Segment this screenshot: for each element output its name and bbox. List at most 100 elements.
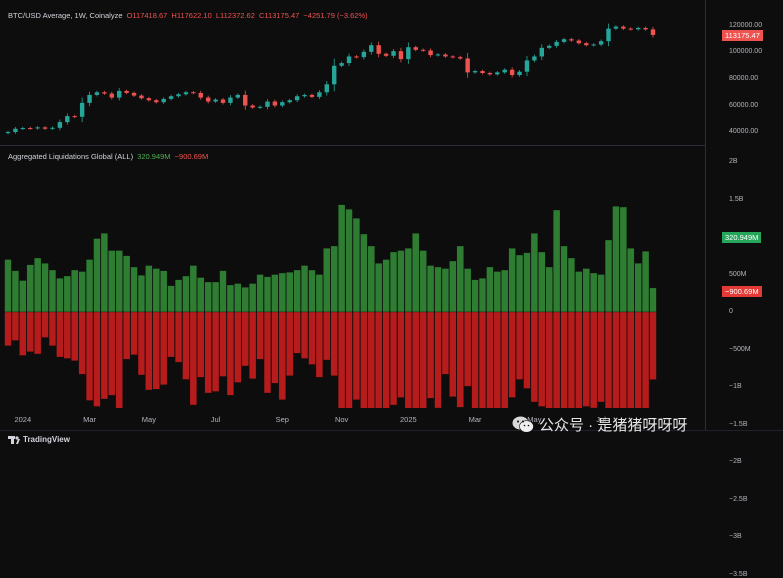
price-candle bbox=[443, 54, 448, 57]
price-candle bbox=[398, 51, 404, 60]
longs-bar bbox=[182, 275, 190, 313]
longs-bar bbox=[130, 266, 138, 313]
price-candle bbox=[168, 96, 174, 99]
shorts-bar bbox=[278, 311, 286, 400]
shorts-bar bbox=[523, 311, 531, 389]
longs-bar bbox=[471, 279, 479, 313]
time-axis-tick: Mar bbox=[83, 415, 97, 424]
price-candle bbox=[79, 102, 85, 117]
symbol-label[interactable]: BTC/USD Average, 1W, Coinalyze bbox=[8, 11, 123, 20]
price-candle bbox=[339, 63, 344, 66]
open-value: O117418.67 bbox=[126, 11, 168, 20]
price-candle bbox=[509, 69, 515, 76]
longs-bar bbox=[375, 263, 383, 313]
longs-bar bbox=[300, 265, 309, 313]
longs-bar bbox=[627, 248, 635, 313]
shorts-bar bbox=[612, 311, 620, 408]
price-candle bbox=[280, 102, 285, 106]
longs-bar bbox=[71, 269, 79, 313]
shorts-bar bbox=[85, 311, 94, 401]
longs-bar bbox=[34, 257, 42, 313]
shorts-bar bbox=[308, 311, 316, 365]
shorts-bar bbox=[397, 311, 405, 398]
time-axis-tick: Mar bbox=[468, 415, 482, 424]
longs-bar bbox=[26, 264, 34, 313]
price-candle bbox=[28, 128, 33, 130]
price-candle bbox=[635, 27, 641, 30]
longs-bar bbox=[360, 233, 368, 313]
shorts-bar bbox=[597, 311, 605, 403]
shorts-bar bbox=[412, 311, 420, 408]
longs-bar bbox=[553, 209, 561, 313]
longs-bar bbox=[234, 283, 242, 313]
price-candle bbox=[435, 54, 441, 56]
longs-bar bbox=[508, 248, 516, 313]
price-candle bbox=[495, 72, 500, 75]
price-candle bbox=[272, 101, 278, 106]
price-candle bbox=[450, 56, 456, 58]
price-candle bbox=[354, 56, 359, 58]
longs-bar bbox=[649, 287, 657, 313]
price-candle bbox=[650, 29, 656, 36]
longs-bar bbox=[619, 206, 627, 313]
price-candle bbox=[161, 98, 166, 103]
liquidations-y-tick: 1.5B bbox=[729, 195, 744, 203]
high-value: H117622.10 bbox=[171, 11, 212, 20]
price-candle bbox=[606, 28, 611, 42]
shorts-bar bbox=[41, 311, 49, 338]
shorts-bar bbox=[256, 311, 264, 360]
shorts-bar bbox=[123, 311, 131, 360]
longs-bar bbox=[241, 287, 249, 313]
tradingview-logo[interactable]: TradingView bbox=[8, 435, 70, 444]
price-candle bbox=[265, 101, 270, 107]
price-candle bbox=[554, 41, 559, 46]
shorts-bar bbox=[115, 311, 123, 408]
price-candle bbox=[376, 45, 381, 54]
longs-bar bbox=[315, 274, 323, 313]
shorts-bar bbox=[219, 311, 227, 377]
price-candle bbox=[35, 127, 40, 129]
shorts-bar bbox=[234, 311, 242, 383]
liquidations-chart-svg[interactable] bbox=[0, 145, 705, 408]
price-candle bbox=[643, 27, 648, 30]
longs-bar bbox=[56, 278, 64, 313]
price-candle bbox=[621, 26, 626, 29]
shorts-bar bbox=[471, 311, 479, 408]
longs-bar bbox=[441, 268, 449, 313]
price-candle bbox=[109, 93, 114, 98]
longs-bar bbox=[538, 251, 546, 313]
longs-bar bbox=[449, 260, 457, 313]
longs-bar bbox=[338, 204, 346, 313]
longs-bar bbox=[63, 275, 71, 313]
shorts-bar bbox=[464, 311, 472, 387]
price-candle bbox=[57, 122, 63, 128]
liquidations-pane[interactable] bbox=[0, 145, 783, 408]
shorts-bar bbox=[182, 311, 190, 380]
price-candle bbox=[472, 71, 478, 73]
price-scale-separator bbox=[705, 0, 706, 430]
liquidations-title[interactable]: Aggregated Liquidations Global (ALL) bbox=[8, 152, 133, 161]
shorts-bar bbox=[78, 311, 86, 375]
shorts-bar bbox=[441, 311, 449, 375]
shorts-bar bbox=[627, 311, 635, 408]
longs-bar bbox=[456, 245, 464, 313]
price-candle bbox=[406, 47, 411, 60]
shorts-bar bbox=[553, 311, 561, 408]
shorts-bar bbox=[545, 311, 553, 408]
longs-bar bbox=[226, 284, 234, 313]
price-chart-svg[interactable] bbox=[0, 0, 705, 145]
liquidations-y-tick: −500M bbox=[729, 345, 751, 353]
price-pane[interactable] bbox=[0, 0, 783, 145]
price-candle bbox=[72, 116, 77, 118]
wechat-watermark: 公众号 · 是猪猪呀呀呀 bbox=[512, 414, 687, 435]
time-axis-tick: Sep bbox=[275, 415, 289, 424]
longs-bar bbox=[85, 259, 94, 313]
liquidations-y-tick: 2B bbox=[729, 158, 738, 165]
shorts-bar bbox=[582, 311, 590, 407]
price-candle bbox=[228, 97, 233, 103]
price-candle bbox=[243, 94, 248, 106]
shorts-bar bbox=[478, 311, 487, 408]
longs-bar bbox=[404, 248, 412, 313]
longs-bar bbox=[293, 269, 301, 313]
price-y-tick: 100000.00 bbox=[729, 48, 763, 56]
